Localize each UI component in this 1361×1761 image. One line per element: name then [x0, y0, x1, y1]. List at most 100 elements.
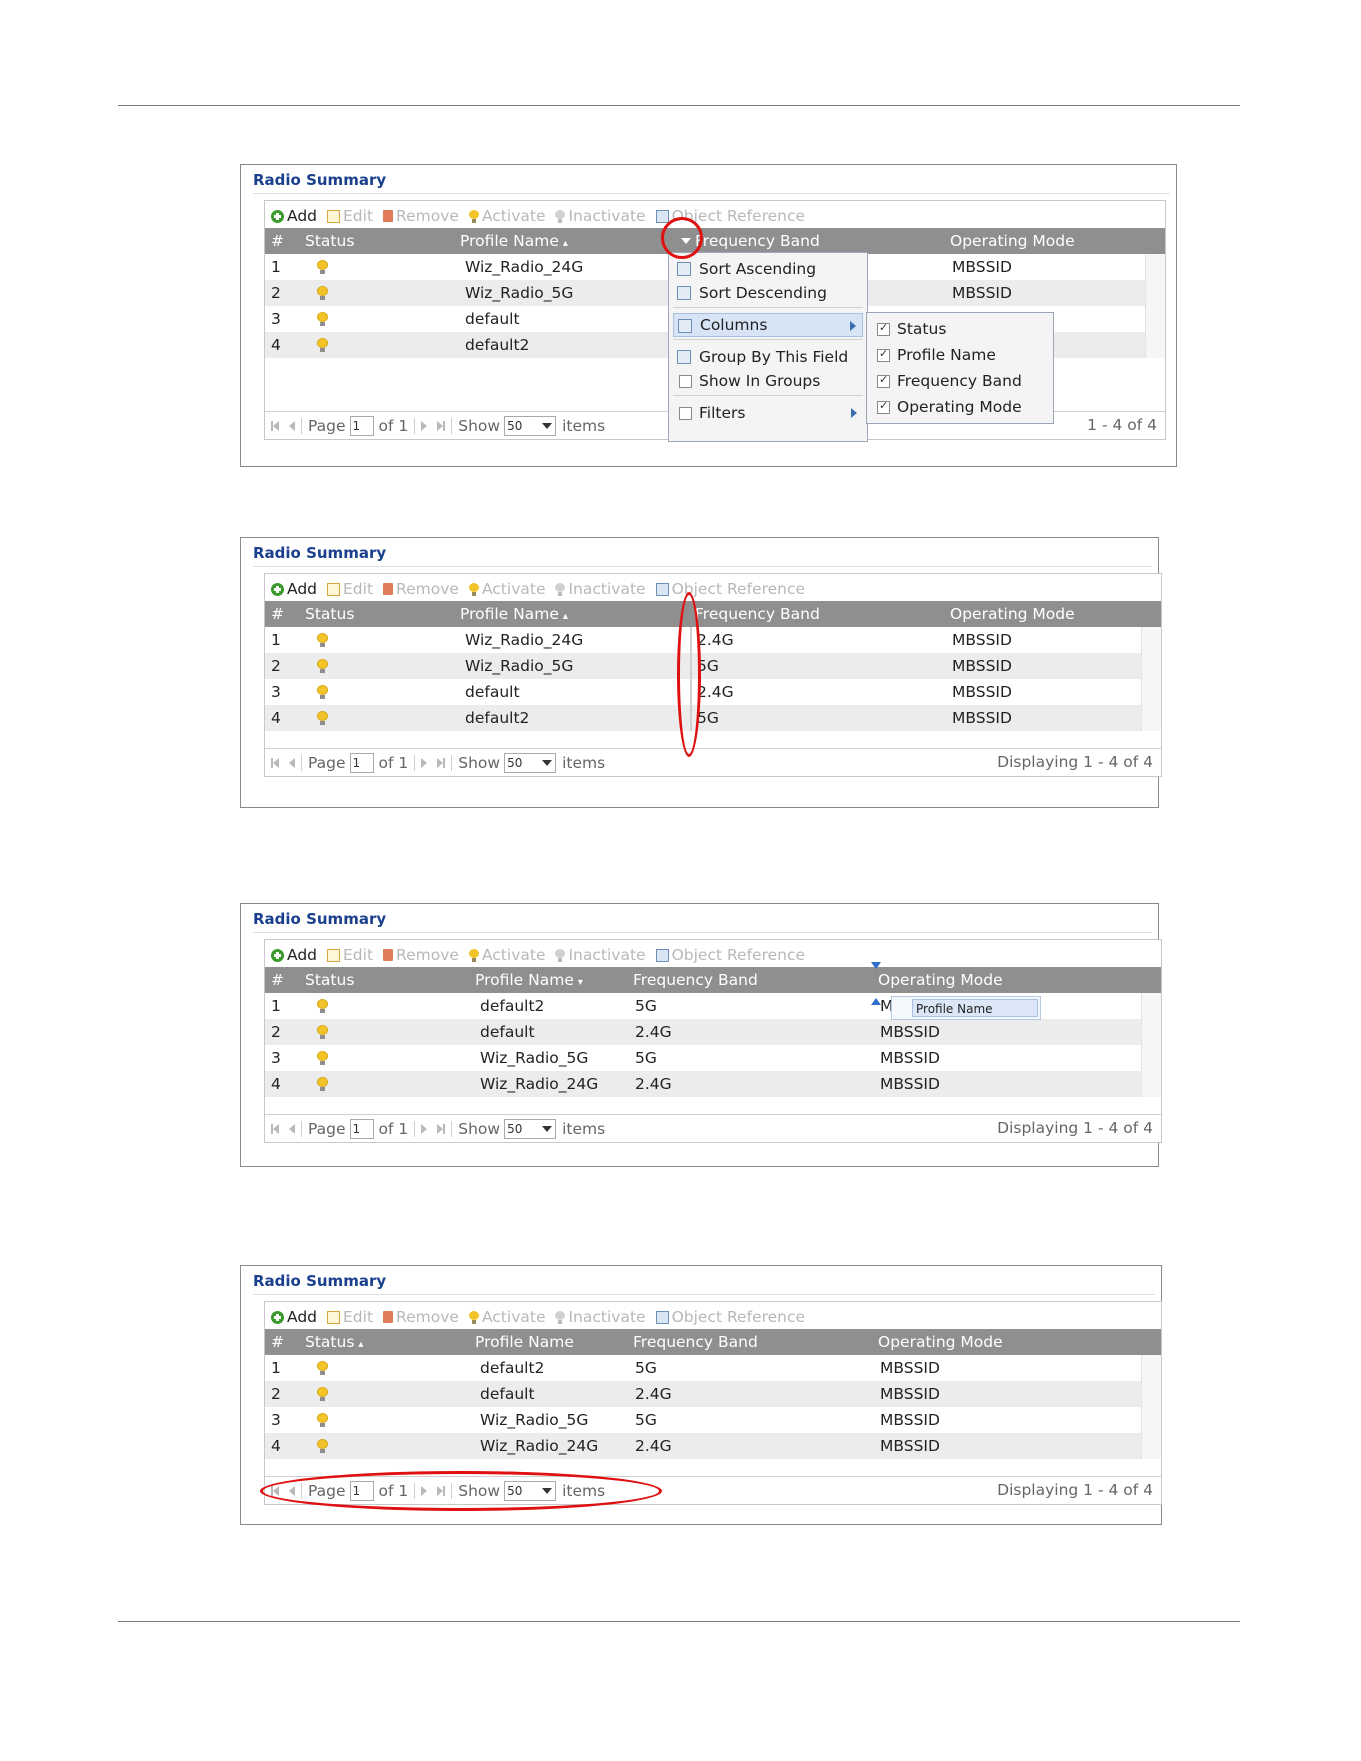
edit-button[interactable]: Edit: [327, 207, 373, 225]
col-header-profile-name-label: Profile Name: [475, 971, 574, 989]
previous-page-icon[interactable]: [289, 758, 295, 768]
inactivate-button[interactable]: Inactivate: [555, 1308, 646, 1326]
inactivate-button[interactable]: Inactivate: [555, 580, 646, 598]
previous-page-icon[interactable]: [289, 421, 295, 431]
page-number-input[interactable]: 1: [349, 1119, 374, 1139]
group-by-field-item[interactable]: Group By This Field: [673, 345, 863, 369]
next-page-icon[interactable]: [421, 421, 428, 431]
column-toggle-item[interactable]: Operating Mode: [871, 395, 1049, 419]
checkbox-icon[interactable]: [679, 375, 692, 388]
sort-ascending-item[interactable]: Sort Ascending: [673, 257, 863, 281]
table-row[interactable]: 3 Wiz_Radio_5G 5G MBSSID: [265, 1045, 1141, 1071]
page-size-select[interactable]: 50: [504, 1119, 557, 1139]
sort-descending-item[interactable]: Sort Descending: [673, 281, 863, 305]
activate-button[interactable]: Activate: [468, 580, 545, 598]
last-page-icon[interactable]: [437, 758, 446, 768]
edit-button[interactable]: Edit: [327, 1308, 373, 1326]
filters-item[interactable]: Filters: [673, 401, 863, 425]
col-header-profile-name[interactable]: Profile Name ▾: [475, 971, 583, 989]
pager-divider: [414, 1121, 416, 1137]
table-row[interactable]: 2 default 2.4G MBSSID: [265, 1019, 1141, 1045]
columns-item[interactable]: Columns: [673, 313, 863, 337]
table-row[interactable]: 3 default 2.4G MBSSID: [265, 679, 1141, 705]
toolbar: Add Edit Remove Activate Inactivate Object Re…: [271, 576, 815, 602]
checkbox-checked-icon[interactable]: [877, 373, 890, 388]
col-header-frequency-band[interactable]: Frequency Band: [633, 971, 758, 989]
activate-button[interactable]: Activate: [468, 1308, 545, 1326]
table-row[interactable]: 4 default2 5G MBSSID: [265, 705, 1141, 731]
vertical-scrollbar[interactable]: [1141, 993, 1161, 1097]
radio-summary-panel: Radio Summary Add Edit Remove Activate Inacti…: [240, 1265, 1162, 1525]
page-size-select[interactable]: 50: [504, 753, 557, 773]
table-row[interactable]: 3 Wiz_Radio_5G 5G MBSSID: [265, 1407, 1141, 1433]
activate-button[interactable]: Activate: [468, 946, 545, 964]
col-header-operating-mode[interactable]: Operating Mode: [878, 1333, 1003, 1351]
column-toggle-item[interactable]: Status: [871, 317, 1049, 341]
vertical-scrollbar[interactable]: [1145, 254, 1165, 358]
table-row[interactable]: 4 Wiz_Radio_24G 2.4G MBSSID: [265, 1433, 1141, 1459]
add-button[interactable]: Add: [271, 1308, 317, 1326]
col-header-profile-name[interactable]: Profile Name: [475, 1333, 578, 1351]
show-in-groups-item[interactable]: Show In Groups: [673, 369, 863, 393]
col-header-number[interactable]: #: [271, 971, 284, 989]
col-header-operating-mode[interactable]: Operating Mode: [950, 605, 1075, 623]
frequency-band-cell: 2.4G: [697, 631, 734, 649]
col-header-operating-mode[interactable]: Operating Mode: [950, 232, 1075, 250]
col-header-number[interactable]: #: [271, 232, 284, 250]
checkbox-checked-icon[interactable]: [877, 347, 890, 362]
remove-button[interactable]: Remove: [383, 580, 459, 598]
column-toggle-item[interactable]: Profile Name: [871, 343, 1049, 367]
col-header-frequency-band[interactable]: Frequency Band: [633, 1333, 758, 1351]
page-size-select[interactable]: 50: [504, 416, 557, 436]
remove-button[interactable]: Remove: [383, 946, 459, 964]
page-number-input[interactable]: 1: [349, 753, 374, 773]
add-button[interactable]: Add: [271, 580, 317, 598]
last-page-icon[interactable]: [437, 421, 446, 431]
vertical-scrollbar[interactable]: [1141, 627, 1161, 731]
column-drag-proxy[interactable]: Profile Name: [891, 996, 1041, 1020]
col-header-status[interactable]: Status: [305, 971, 358, 989]
first-page-icon[interactable]: [271, 421, 279, 431]
edit-button[interactable]: Edit: [327, 580, 373, 598]
table-row[interactable]: 1 Wiz_Radio_24G 2.4G MBSSID: [265, 627, 1141, 653]
table-row[interactable]: 1 default2 5G MBSSID: [265, 1355, 1141, 1381]
col-header-number[interactable]: #: [271, 605, 284, 623]
col-header-status[interactable]: Status: [305, 232, 358, 250]
col-header-status[interactable]: Status ▴: [305, 1333, 363, 1351]
table-row[interactable]: 2 default 2.4G MBSSID: [265, 1381, 1141, 1407]
object-reference-button[interactable]: Object Reference: [655, 946, 805, 964]
object-reference-button[interactable]: Object Reference: [655, 1308, 805, 1326]
edit-button[interactable]: Edit: [327, 946, 373, 964]
checkbox-icon[interactable]: [679, 407, 692, 420]
add-button[interactable]: Add: [271, 946, 317, 964]
col-header-frequency-band[interactable]: Frequency Band: [695, 605, 820, 623]
checkbox-checked-icon[interactable]: [877, 321, 890, 336]
col-header-profile-name[interactable]: Profile Name ▴: [460, 605, 568, 623]
inactivate-button[interactable]: Inactivate: [555, 207, 646, 225]
first-page-icon[interactable]: [271, 1124, 279, 1134]
col-header-operating-mode[interactable]: Operating Mode: [878, 971, 1003, 989]
col-header-status[interactable]: Status: [305, 605, 358, 623]
next-page-icon[interactable]: [421, 1124, 428, 1134]
col-header-profile-name[interactable]: Profile Name ▴: [460, 232, 568, 250]
activate-button[interactable]: Activate: [468, 207, 545, 225]
column-toggle-item[interactable]: Frequency Band: [871, 369, 1049, 393]
previous-page-icon[interactable]: [289, 1124, 295, 1134]
vertical-scrollbar[interactable]: [1141, 1355, 1161, 1459]
remove-button[interactable]: Remove: [383, 207, 459, 225]
checkbox-checked-icon[interactable]: [877, 399, 890, 414]
last-page-icon[interactable]: [437, 1124, 446, 1134]
table-row[interactable]: 2 Wiz_Radio_5G 5G MBSSID: [265, 653, 1141, 679]
profile-name-cell: default2: [465, 709, 530, 727]
page-number-input[interactable]: 1: [349, 416, 374, 436]
remove-button[interactable]: Remove: [383, 1308, 459, 1326]
profile-name-cell: Wiz_Radio_5G: [465, 657, 574, 675]
col-header-frequency-band[interactable]: Frequency Band: [695, 232, 820, 250]
object-reference-button[interactable]: Object Reference: [655, 580, 805, 598]
first-page-icon[interactable]: [271, 758, 279, 768]
col-header-number[interactable]: #: [271, 1333, 284, 1351]
next-page-icon[interactable]: [421, 758, 428, 768]
add-button[interactable]: Add: [271, 207, 317, 225]
table-row[interactable]: 4 Wiz_Radio_24G 2.4G MBSSID: [265, 1071, 1141, 1097]
inactivate-button[interactable]: Inactivate: [555, 946, 646, 964]
